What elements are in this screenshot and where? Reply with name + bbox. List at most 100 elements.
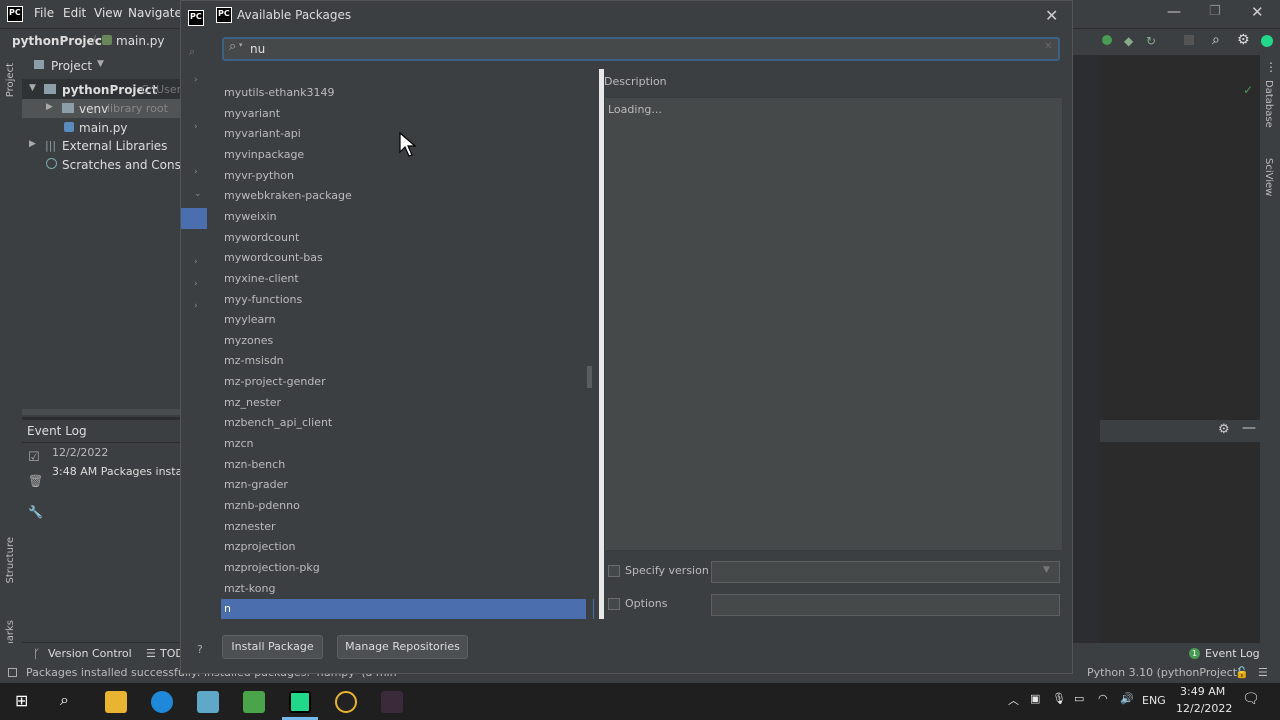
package-list-item[interactable]: myzones bbox=[221, 331, 594, 352]
menu-edit[interactable]: Edit bbox=[63, 6, 86, 20]
package-list-item[interactable]: myutils-ethank3149 bbox=[221, 83, 594, 104]
menu-file[interactable]: File bbox=[34, 6, 54, 20]
search-history-dropdown-icon[interactable]: ▾ bbox=[239, 41, 243, 49]
tool-window-header: ⚙ — bbox=[1100, 420, 1260, 442]
status-toggle-icon[interactable] bbox=[8, 668, 17, 677]
app-icon[interactable] bbox=[197, 691, 219, 713]
clock-date[interactable]: 12/2/2022 bbox=[1176, 702, 1232, 715]
trash-icon[interactable]: 🗑 bbox=[28, 474, 43, 488]
settings-gear-icon[interactable]: ⚙ bbox=[1237, 32, 1250, 48]
package-list-item[interactable]: mzcn bbox=[221, 434, 594, 455]
volume-icon[interactable]: 🔊 bbox=[1120, 692, 1134, 705]
package-list-item[interactable]: myvariant bbox=[221, 104, 594, 125]
wifi-icon[interactable]: ◠ bbox=[1098, 692, 1108, 705]
window-close-icon[interactable]: ✕ bbox=[1251, 3, 1264, 21]
package-search-field[interactable]: ⌕ ▾ ✕ bbox=[222, 37, 1060, 61]
project-panel-title[interactable]: Project bbox=[51, 59, 92, 73]
project-tool-tab[interactable]: Project bbox=[5, 63, 16, 97]
mark-read-icon[interactable]: ☑ bbox=[28, 450, 40, 465]
package-list-item[interactable]: myxine-client bbox=[221, 269, 594, 290]
package-list-item[interactable]: myy-functions bbox=[221, 290, 594, 311]
language-indicator[interactable]: ENG bbox=[1142, 694, 1166, 707]
minimize-icon[interactable]: — bbox=[1167, 4, 1181, 20]
version-control-tab[interactable]: Version Control bbox=[48, 647, 132, 660]
more-options-icon[interactable]: ⋮ bbox=[1265, 60, 1277, 74]
app-icon[interactable] bbox=[381, 691, 403, 713]
package-list-item[interactable]: mzn-grader bbox=[221, 475, 594, 496]
package-list-item[interactable]: mznester bbox=[221, 517, 594, 538]
chevron-down-icon[interactable]: ▼ bbox=[97, 59, 104, 69]
package-list-scrollbar[interactable] bbox=[586, 69, 593, 619]
search-everywhere-icon[interactable]: ⌕ bbox=[1212, 32, 1220, 48]
options-input[interactable] bbox=[711, 594, 1060, 616]
stop-icon[interactable] bbox=[1184, 35, 1194, 45]
package-list-item[interactable]: mznb-pdenno bbox=[221, 496, 594, 517]
package-list-item[interactable]: mywordcount bbox=[221, 228, 594, 249]
collapse-arrow-icon[interactable]: ▶ bbox=[46, 102, 53, 112]
scrollbar-thumb[interactable] bbox=[587, 366, 592, 388]
lock-icon[interactable]: 🔓 bbox=[1235, 666, 1249, 679]
wrench-icon[interactable]: 🔧 bbox=[28, 505, 43, 519]
specify-version-checkbox[interactable] bbox=[608, 565, 620, 577]
tree-item-external-libraries[interactable]: External Libraries bbox=[62, 139, 167, 153]
package-search-input[interactable] bbox=[250, 40, 1010, 58]
hide-panel-icon[interactable]: — bbox=[1242, 420, 1256, 436]
expand-arrow-icon[interactable]: ▼ bbox=[29, 83, 36, 93]
battery-icon[interactable]: ▭ bbox=[1074, 692, 1084, 705]
package-list-item[interactable]: myweixin bbox=[221, 207, 594, 228]
package-list-item[interactable]: n bbox=[221, 599, 594, 619]
action-center-icon[interactable]: 🗨 bbox=[1242, 691, 1260, 707]
obs-icon[interactable] bbox=[335, 691, 357, 713]
event-log-tab[interactable]: Event Log bbox=[1205, 647, 1260, 660]
event-log-title: Event Log bbox=[27, 424, 87, 438]
package-list-item[interactable]: mywordcount-bas bbox=[221, 248, 594, 269]
package-list-item[interactable]: mzprojection-pkg bbox=[221, 558, 594, 579]
install-package-button[interactable]: Install Package bbox=[222, 635, 323, 659]
package-list-item[interactable]: mz_nester bbox=[221, 393, 594, 414]
tree-item-venv[interactable]: venv bbox=[79, 102, 108, 116]
package-list-item[interactable]: mzt-kong bbox=[221, 579, 594, 600]
clock-time[interactable]: 3:49 AM bbox=[1180, 685, 1225, 698]
collapse-arrow-icon[interactable]: ▶ bbox=[29, 139, 36, 149]
file-explorer-icon[interactable] bbox=[105, 691, 127, 713]
help-icon[interactable]: ? bbox=[197, 643, 203, 656]
menu-navigate[interactable]: Navigate bbox=[128, 6, 182, 20]
package-list-item[interactable]: mzn-bench bbox=[221, 455, 594, 476]
show-hidden-icons-icon[interactable]: ︿ bbox=[1008, 692, 1019, 708]
version-select[interactable]: ▼ bbox=[711, 561, 1060, 583]
sciview-tool-tab[interactable]: SciView bbox=[1263, 158, 1274, 196]
debug-icon[interactable]: ◆ bbox=[1124, 34, 1133, 48]
package-list-item[interactable]: myylearn bbox=[221, 310, 594, 331]
notepad-icon[interactable] bbox=[243, 691, 265, 713]
package-list-item[interactable]: mz-msisdn bbox=[221, 351, 594, 372]
clear-search-icon[interactable]: ✕ bbox=[1044, 41, 1052, 52]
run-icon[interactable] bbox=[1102, 35, 1112, 45]
tree-item-main-py[interactable]: main.py bbox=[79, 121, 128, 135]
tray-app-icon[interactable]: ▣ bbox=[1030, 692, 1040, 705]
folder-icon bbox=[62, 103, 74, 113]
windows-start-icon[interactable]: ⊞ bbox=[15, 691, 28, 710]
package-list-item[interactable]: mz-project-gender bbox=[221, 372, 594, 393]
package-list-item[interactable]: mzbench_api_client bbox=[221, 413, 594, 434]
edge-browser-icon[interactable] bbox=[151, 691, 173, 713]
package-list-item[interactable]: mzprojection bbox=[221, 537, 594, 558]
breadcrumb-file[interactable]: main.py bbox=[116, 34, 165, 48]
manage-repositories-button[interactable]: Manage Repositories bbox=[337, 635, 468, 659]
package-list-item[interactable]: mywebkraken-package bbox=[221, 186, 594, 207]
search-icon[interactable]: ⌕ bbox=[60, 690, 69, 710]
dialog-close-icon[interactable]: ✕ bbox=[1045, 6, 1058, 25]
settings-gear-icon[interactable]: ⚙ bbox=[1218, 422, 1230, 437]
event-count-badge: 1 bbox=[1189, 648, 1200, 659]
database-tool-tab[interactable]: Database bbox=[1263, 80, 1274, 128]
package-list-item[interactable]: myvr-python bbox=[221, 166, 594, 187]
options-checkbox[interactable] bbox=[608, 598, 620, 610]
microphone-icon[interactable]: 🎙 bbox=[1052, 692, 1066, 705]
pycharm-taskbar-icon[interactable] bbox=[289, 691, 311, 713]
interpreter-indicator[interactable]: Python 3.10 (pythonProject) bbox=[1087, 666, 1241, 679]
maximize-icon[interactable]: ❐ bbox=[1209, 4, 1221, 19]
notifications-icon[interactable]: ☰ bbox=[1258, 666, 1268, 679]
structure-tool-tab[interactable]: Structure bbox=[5, 537, 16, 584]
horizontal-scrollbar[interactable] bbox=[22, 409, 182, 415]
coverage-icon[interactable]: ↻ bbox=[1146, 34, 1156, 48]
menu-view[interactable]: View bbox=[94, 6, 122, 20]
